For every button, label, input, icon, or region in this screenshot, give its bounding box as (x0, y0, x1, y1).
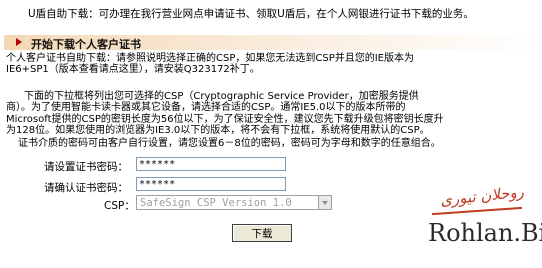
paragraph-password-info: 证书介质的密码可由客户自行设置，请您设置6－8位的密码，密码可为字母和数字的任意… (6, 138, 530, 149)
download-button[interactable]: 下载 (232, 224, 292, 242)
csp-label: CSP： (104, 200, 135, 212)
csp-select[interactable]: SafeSign CSP Version 1.0 (136, 195, 332, 210)
section-header: 开始下载个人客户证书 (4, 35, 538, 51)
paragraph-csp-info: 下面的下拉框将列出您可选择的CSP（Cryptographic Service … (6, 91, 530, 137)
paragraph-intro-csp: 个人客户证书自助下载：请参照说明选择正确的CSP，如果您无法选到CSP并且您的I… (6, 53, 530, 76)
watermark-script: روحلان تیوری (439, 182, 525, 210)
paragraph-line: Microsoft提供的CSP的密钥长度为56位以下，为了保证安全性，建议您先下… (6, 113, 444, 125)
paragraph-line: 为128位。如果您使用的浏览器为IE3.0以下的版本，将不会有下拉框，系统将使用… (6, 125, 430, 137)
paragraph-line: IE6+SP1（版本查看请点这里），请安装Q323172补丁。 (6, 64, 260, 76)
paragraph-line: 证书介质的密码可由客户自行设置，请您设置6－8位的密码，密码可为字母和数字的任意… (18, 138, 441, 149)
paragraph-line: 商）。为了使用智能卡读卡器或其它设备，请选择合适的CSP。通常IE5.0以下的版… (6, 102, 406, 114)
section-title: 开始下载个人客户证书 (31, 38, 141, 51)
set-password-label: 请设置证书密码： (44, 161, 128, 173)
watermark-text: Rohlan.Biz (428, 219, 542, 247)
chevron-down-icon[interactable] (318, 196, 331, 209)
confirm-password-label: 请确认证书密码： (44, 182, 128, 194)
intro-text: U盾自助下载：可办理在我行营业网点申请证书、领取U盾后，在个人网银进行证书下载的… (28, 8, 474, 20)
csp-selected-value: SafeSign CSP Version 1.0 (140, 197, 292, 209)
paragraph-line: 个人客户证书自助下载：请参照说明选择正确的CSP，如果您无法选到CSP并且您的I… (6, 53, 414, 64)
arrow-icon (16, 38, 22, 46)
confirm-password-field[interactable]: ****** (136, 177, 286, 191)
set-password-field[interactable]: ****** (136, 157, 286, 171)
paragraph-line: 下面的下拉框将列出您可选择的CSP（Cryptographic Service … (24, 91, 419, 102)
